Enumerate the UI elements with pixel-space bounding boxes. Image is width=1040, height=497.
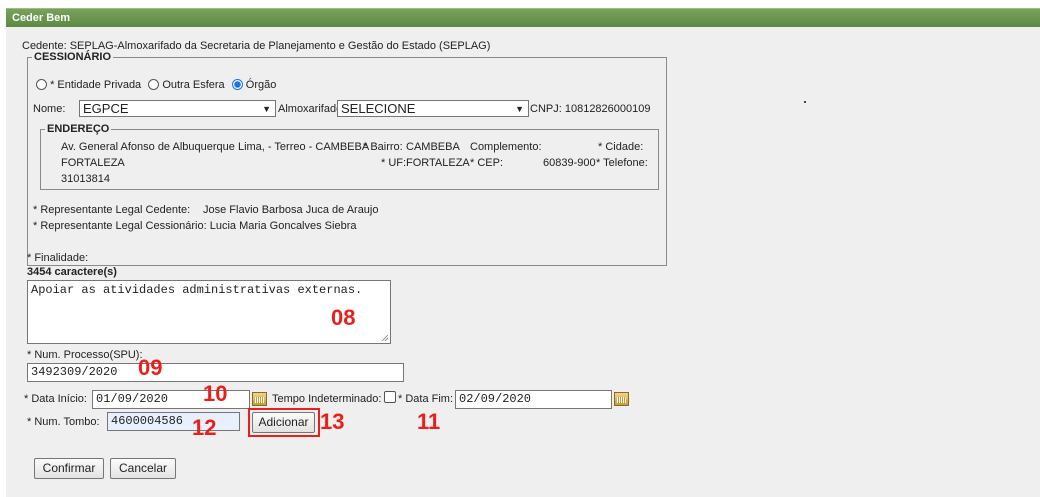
cidade-label: * Cidade:	[598, 141, 644, 153]
confirmar-button[interactable]: Confirmar	[34, 458, 104, 479]
nome-label: Nome:	[33, 103, 66, 115]
processo-label: * Num. Processo(SPU):	[27, 349, 143, 361]
bairro-value: CAMBEBA	[406, 141, 460, 153]
rep-cessionario-line: * Representante Legal Cessionário: Lucia…	[33, 220, 356, 232]
data-fim-label: * Data Fim:	[398, 393, 454, 405]
radio-entidade-privada-label[interactable]: * Entidade Privada	[50, 79, 141, 91]
radio-outra-esfera-label[interactable]: Outra Esfera	[162, 79, 224, 91]
finalidade-label: * Finalidade:	[27, 252, 89, 264]
telefone-label: * Telefone:	[596, 157, 648, 169]
annotation-11: 11	[417, 409, 441, 434]
data-fim-input[interactable]: 02/09/2020	[455, 390, 612, 409]
form-panel: Cedente: SEPLAG-Almoxarifado da Secretar…	[6, 27, 1040, 497]
rep-cessionario-label: * Representante Legal Cessionário:	[33, 220, 207, 232]
annotation-08: 08	[331, 305, 356, 330]
cnpj-value: 10812826000109	[564, 103, 651, 115]
cep-label: * CEP:	[470, 157, 504, 169]
calendar-icon[interactable]	[614, 392, 629, 406]
telefone-value: 31013814	[61, 173, 110, 185]
uf-value: FORTALEZA	[406, 157, 470, 169]
nome-select[interactable]: EGPCE ▼	[79, 100, 276, 117]
annotation-09: 09	[138, 355, 163, 380]
resize-handle-icon[interactable]	[382, 335, 388, 341]
finalidade-text: Apoiar as atividades administrativas ext…	[31, 283, 363, 297]
tipo-radio-group: * Entidade Privada Outra Esfera Órgão	[36, 79, 276, 91]
radio-outra-esfera[interactable]	[148, 79, 160, 90]
annotation-10: 10	[203, 381, 228, 406]
almoxarifado-select-value: SELECIONE	[341, 101, 416, 116]
nome-select-value: EGPCE	[83, 101, 129, 116]
chevron-down-icon: ▼	[262, 104, 271, 114]
complemento-label: Complemento:	[470, 141, 542, 153]
cnpj-label: CNPJ:	[530, 103, 562, 115]
chevron-down-icon: ▼	[515, 104, 524, 114]
calendar-icon[interactable]	[252, 392, 267, 406]
endereco-street: Av. General Afonso de Albuquerque Lima, …	[61, 141, 370, 153]
tombo-input[interactable]: 4600004586	[107, 412, 240, 431]
bairro-label: * Bairro:	[363, 141, 403, 153]
cnpj-line: CNPJ: 10812826000109	[530, 103, 651, 115]
data-inicio-label: * Data Início:	[24, 393, 87, 405]
annotation-13: 13	[320, 409, 345, 434]
annotation-12: 12	[192, 415, 217, 440]
tempo-indeterminado-checkbox[interactable]	[384, 391, 396, 403]
radio-orgao-label[interactable]: Órgão	[246, 79, 277, 91]
cidade-value: FORTALEZA	[61, 157, 125, 169]
stray-dot	[804, 101, 806, 103]
cep-value: 60839-900	[543, 157, 596, 169]
annotation-highlight-box	[248, 408, 320, 437]
rep-cessionario-value: Lucia Maria Goncalves Siebra	[209, 220, 357, 232]
radio-entidade-privada[interactable]	[36, 79, 47, 90]
rep-cedente-value: Jose Flavio Barbosa Juca de Araujo	[203, 204, 379, 216]
almoxarifado-label: Almoxarifado	[278, 103, 343, 115]
tempo-indeterminado-label: Tempo Indeterminado:	[272, 393, 382, 405]
endereco-legend: ENDEREÇO	[47, 123, 110, 135]
processo-input[interactable]: 3492309/2020	[27, 363, 404, 382]
tombo-label: * Num. Tombo:	[27, 416, 100, 428]
rep-cedente-label: * Representante Legal Cedente:	[33, 204, 191, 216]
uf-label: * UF:	[381, 157, 407, 169]
window-title: Ceder Bem	[6, 8, 1040, 27]
radio-orgao[interactable]	[231, 79, 243, 90]
finalidade-counter: 3454 caractere(s)	[27, 266, 117, 278]
almoxarifado-select[interactable]: SELECIONE ▼	[337, 100, 529, 117]
cancelar-button[interactable]: Cancelar	[110, 458, 176, 479]
cessionario-legend: CESSIONÁRIO	[34, 51, 112, 63]
